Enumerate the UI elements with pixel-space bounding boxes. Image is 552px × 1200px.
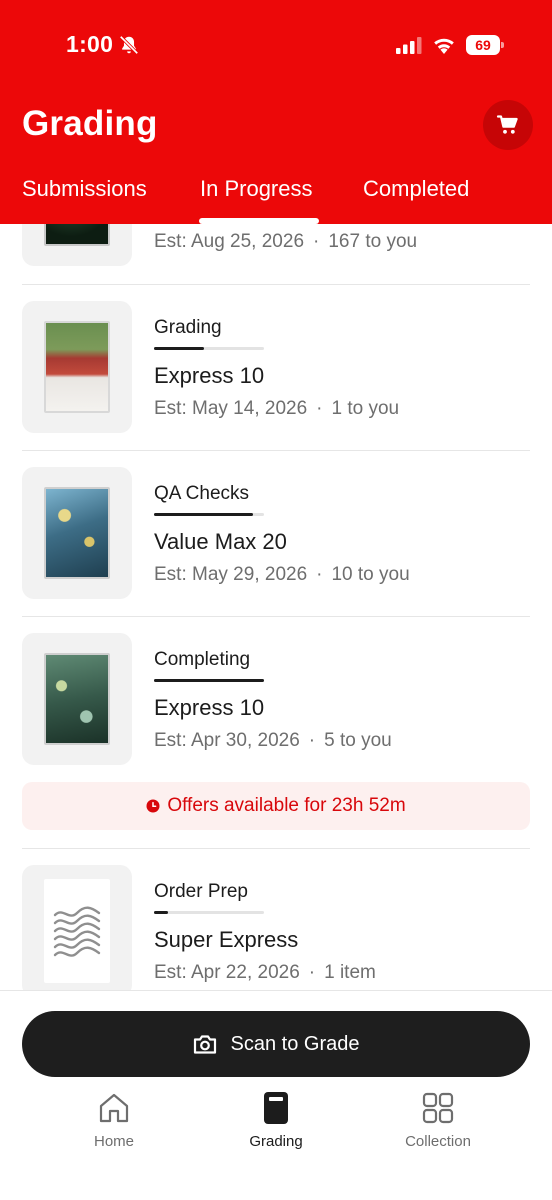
progress-fill bbox=[154, 347, 204, 350]
divider bbox=[22, 450, 530, 451]
page-title: Grading bbox=[22, 104, 158, 143]
submission-item[interactable]: QA Checks Value Max 20 Est: May 29, 2026… bbox=[22, 467, 530, 601]
submission-status: Order Prep bbox=[154, 881, 248, 902]
nav-collection[interactable]: Collection bbox=[368, 1091, 508, 1150]
scan-button-label: Scan to Grade bbox=[230, 1032, 360, 1055]
status-time: 1:00 bbox=[66, 31, 114, 57]
battery-level: 69 bbox=[466, 35, 500, 55]
progress-fill bbox=[154, 513, 253, 516]
card-thumbnail bbox=[22, 467, 132, 599]
progress-bar bbox=[154, 911, 264, 914]
submission-meta: Est: Aug 25, 2026 · 167 to you bbox=[154, 231, 418, 252]
divider bbox=[22, 848, 530, 849]
service-level: Value Max 20 bbox=[154, 529, 287, 554]
card-count: 5 to you bbox=[324, 730, 392, 751]
divider bbox=[22, 284, 530, 285]
card-count: 1 item bbox=[324, 962, 376, 983]
header: 1:00 69 Grading Submissions In Progress … bbox=[0, 0, 552, 224]
bottom-nav: Home Grading Collection bbox=[0, 1091, 552, 1161]
grading-screen: 1:00 69 Grading Submissions In Progress … bbox=[0, 0, 552, 1200]
submission-list[interactable]: Est: Aug 25, 2026 · 167 to you Grading Exp… bbox=[0, 224, 552, 990]
wifi-icon bbox=[434, 38, 454, 54]
service-level: Express 10 bbox=[154, 363, 265, 388]
placeholder-pattern-icon bbox=[53, 906, 101, 957]
status-bar: 1:00 69 bbox=[0, 0, 552, 92]
card-placeholder-image bbox=[44, 879, 110, 983]
card-thumbnail bbox=[22, 301, 132, 433]
card-count: 167 to you bbox=[328, 231, 418, 252]
battery-icon: 69 bbox=[466, 35, 504, 55]
offers-text: Offers available for 23h 52m bbox=[167, 795, 406, 816]
offers-banner[interactable]: Offers available for 23h 52m bbox=[22, 782, 530, 830]
nav-home-label: Home bbox=[93, 1133, 134, 1150]
submission-meta: Est: Apr 22, 2026 · 1 item bbox=[154, 962, 376, 983]
card-image bbox=[44, 487, 110, 579]
active-tab-indicator bbox=[199, 218, 319, 224]
tab-in-progress[interactable]: In Progress bbox=[200, 176, 313, 202]
collection-icon bbox=[422, 1092, 454, 1124]
scan-to-grade-button[interactable]: Scan to Grade bbox=[22, 1011, 530, 1077]
card-thumbnail bbox=[22, 633, 132, 765]
submission-status: Completing bbox=[154, 649, 251, 670]
progress-fill bbox=[154, 679, 264, 682]
card-image bbox=[44, 224, 110, 246]
submission-item[interactable]: Grading Express 10 Est: May 14, 2026 · 1 t… bbox=[22, 301, 530, 435]
signal-icon bbox=[396, 37, 422, 54]
grading-icon bbox=[264, 1092, 288, 1124]
submission-item[interactable]: Est: Aug 25, 2026 · 167 to you bbox=[22, 224, 530, 268]
card-image bbox=[44, 653, 110, 745]
progress-fill bbox=[154, 911, 169, 914]
submission-item[interactable]: Order Prep Super Express Est: Apr 22, 20… bbox=[22, 865, 530, 990]
service-level: Super Express bbox=[154, 927, 299, 952]
card-image bbox=[44, 321, 110, 413]
submission-status: QA Checks bbox=[154, 483, 250, 504]
estimated-date: Est: Apr 30, 2026 bbox=[154, 730, 300, 751]
home-icon bbox=[99, 1093, 129, 1123]
estimated-date: Est: May 14, 2026 bbox=[154, 398, 308, 419]
bottom-area: Scan to Grade Home Grading Collection bbox=[0, 990, 552, 1200]
nav-home[interactable]: Home bbox=[44, 1091, 184, 1150]
card-thumbnail bbox=[22, 865, 132, 990]
submission-meta: Est: May 14, 2026 · 1 to you bbox=[154, 398, 400, 419]
card-count: 10 to you bbox=[331, 564, 410, 585]
card-thumbnail bbox=[22, 224, 132, 266]
nav-grading[interactable]: Grading bbox=[206, 1091, 346, 1150]
submission-meta: Est: May 29, 2026 · 10 to you bbox=[154, 564, 410, 585]
progress-bar bbox=[154, 679, 264, 682]
cart-button[interactable] bbox=[483, 100, 533, 150]
submission-meta: Est: Apr 30, 2026 · 5 to you bbox=[154, 730, 392, 751]
nav-collection-label: Collection bbox=[405, 1133, 471, 1150]
bell-off-icon bbox=[119, 35, 139, 55]
tab-completed[interactable]: Completed bbox=[363, 176, 469, 202]
estimated-date: Est: Aug 25, 2026 bbox=[154, 231, 305, 252]
clock-icon bbox=[146, 799, 160, 813]
progress-bar bbox=[154, 347, 264, 350]
submission-item[interactable]: Completing Express 10 Est: Apr 30, 2026 ·… bbox=[22, 633, 530, 767]
service-level: Express 10 bbox=[154, 695, 265, 720]
estimated-date: Est: May 29, 2026 bbox=[154, 564, 308, 585]
cart-icon bbox=[496, 115, 518, 134]
card-count: 1 to you bbox=[331, 398, 400, 419]
divider bbox=[22, 616, 530, 617]
tab-bar: Submissions In Progress Completed bbox=[0, 176, 552, 224]
progress-bar bbox=[154, 513, 264, 516]
tab-submissions[interactable]: Submissions bbox=[22, 176, 147, 202]
nav-grading-label: Grading bbox=[249, 1133, 303, 1150]
camera-icon bbox=[193, 1035, 216, 1054]
submission-status: Grading bbox=[154, 317, 222, 338]
estimated-date: Est: Apr 22, 2026 bbox=[154, 962, 300, 983]
